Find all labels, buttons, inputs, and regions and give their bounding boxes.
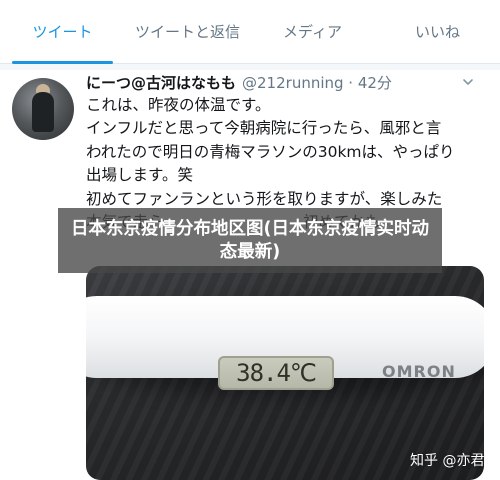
chevron-down-icon[interactable] bbox=[462, 76, 474, 88]
tab-tweets-and-replies[interactable]: ツイートと返信 bbox=[125, 0, 250, 63]
tweet[interactable]: にーつ@古河はなもも @212running · 42分 これは、昨夜の体温です。… bbox=[0, 70, 500, 480]
thermometer: 38.4℃ OMRON bbox=[86, 296, 484, 390]
tweet-header: にーつ@古河はなもも @212running · 42分 bbox=[86, 72, 392, 93]
avatar[interactable] bbox=[12, 78, 74, 140]
thermometer-display: 38.4℃ bbox=[218, 356, 334, 390]
tweet-photo[interactable]: 38.4℃ OMRON bbox=[86, 266, 484, 480]
handle-time: @212running · 42分 bbox=[242, 74, 392, 92]
display-name[interactable]: にーつ@古河はなもも bbox=[86, 74, 236, 92]
tab-likes[interactable]: いいね bbox=[375, 0, 500, 63]
thermometer-brand: OMRON bbox=[382, 362, 456, 381]
banner-text: 日本东京疫情分布地区图(日本东京疫情实时动态最新) bbox=[71, 218, 429, 262]
avatar-figure bbox=[32, 92, 54, 132]
profile-tab-bar: ツイート ツイートと返信 メディア いいね bbox=[0, 0, 500, 64]
watermark: 知乎 @亦君 bbox=[410, 453, 485, 469]
tab-tweets[interactable]: ツイート bbox=[0, 0, 125, 64]
title-banner: 日本东京疫情分布地区图(日本东京疫情实时动态最新) bbox=[58, 208, 442, 273]
tab-media[interactable]: メディア bbox=[250, 0, 375, 63]
